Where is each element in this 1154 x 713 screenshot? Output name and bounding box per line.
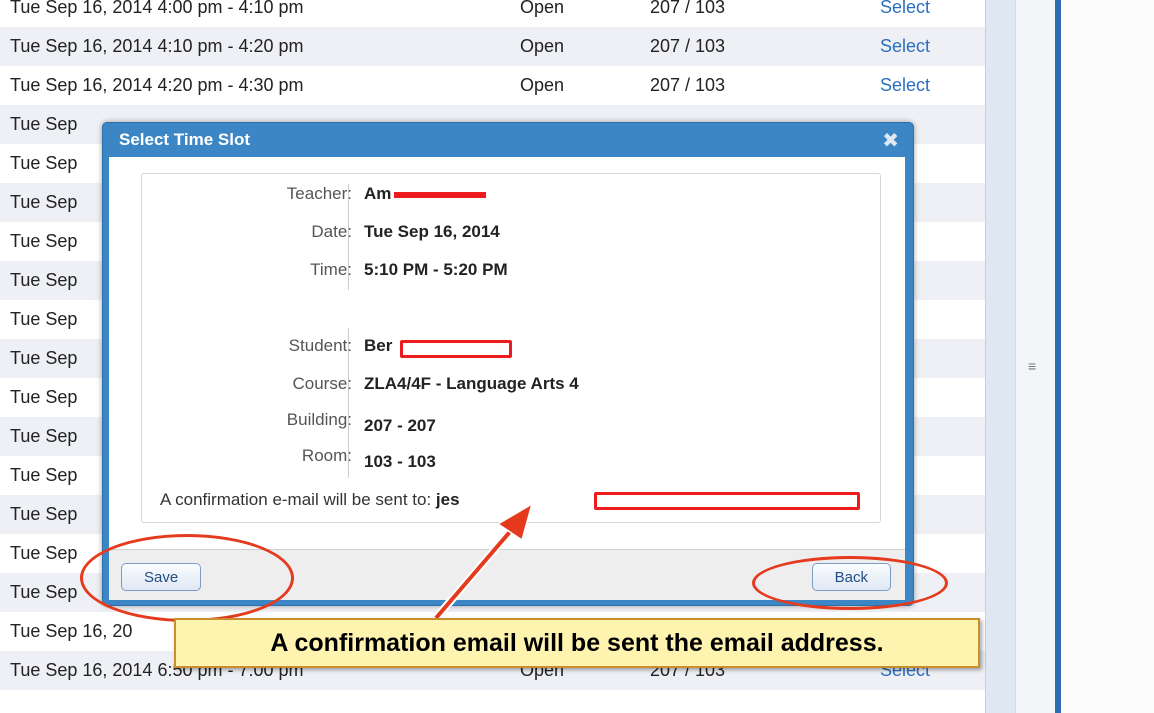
course-label: Course: (292, 374, 352, 393)
date-row: Date: Tue Sep 16, 2014 (142, 222, 880, 252)
table-cell-time: Tue Sep 16, 2014 4:00 pm - 4:10 pm (10, 0, 304, 17)
time-value: 5:10 PM - 5:20 PM (364, 260, 508, 279)
student-label: Student: (288, 336, 352, 355)
dialog-footer: Save Back (109, 549, 905, 600)
table-row: Tue Sep 16, 2014 4:20 pm - 4:30 pm Open 20… (0, 66, 985, 105)
table-cell-status: Open (520, 0, 565, 17)
confirmation-email: jes (435, 490, 460, 509)
teacher-value: Am (364, 184, 392, 203)
redaction-mark (400, 340, 512, 358)
teacher-row: Teacher: Am (142, 184, 880, 214)
teacher-label: Teacher: (286, 184, 352, 203)
building-value: 207 - 207 (364, 416, 436, 435)
select-time-slot-dialog: Select Time Slot ✖ Teacher: Am Date: Tue… (102, 122, 914, 606)
annotation-callout: A confirmation email will be sent the em… (174, 618, 980, 668)
select-link[interactable]: Select (870, 27, 985, 66)
grip-icon[interactable]: ≡ (1028, 358, 1036, 374)
student-value: Ber (364, 336, 393, 355)
table-row: Tue Sep 16, 2014 4:10 pm - 4:20 pm Open 20… (0, 27, 985, 66)
table-row: Tue Sep 16, 2014 4:00 pm - 4:10 pm Open 20… (0, 0, 985, 27)
table-cell-room: 207 / 103 (650, 75, 726, 95)
select-link[interactable]: Select (870, 66, 985, 105)
building-row: Building: 207 - 207 (142, 410, 880, 440)
table-cell-time: Tue Sep 16, 2014 4:20 pm - 4:30 pm (10, 75, 304, 95)
confirmation-prefix: A confirmation e-mail will be sent to: (160, 490, 436, 509)
room-value: 103 - 103 (364, 452, 436, 471)
redaction-mark (394, 192, 486, 198)
panel-splitter[interactable]: ≡ (1015, 0, 1056, 713)
course-row: Course: ZLA4/4F - Language Arts 4 (142, 374, 880, 404)
dialog-title: Select Time Slot (119, 130, 251, 149)
time-label: Time: (310, 260, 352, 279)
date-value: Tue Sep 16, 2014 (364, 222, 500, 241)
side-panel (985, 0, 1016, 713)
date-label: Date: (311, 222, 352, 241)
dialog-body: Teacher: Am Date: Tue Sep 16, 2014 Time:… (109, 157, 905, 549)
save-button[interactable]: Save (121, 563, 202, 591)
confirmation-text: A confirmation e-mail will be sent to: j… (160, 490, 460, 510)
course-value: ZLA4/4F - Language Arts 4 (364, 374, 579, 393)
table-cell-room: 207 / 103 (650, 0, 726, 17)
select-link[interactable]: Select (870, 0, 985, 27)
redaction-mark (594, 492, 860, 510)
table-cell-time: Tue Sep 16, 2014 4:10 pm - 4:20 pm (10, 36, 304, 56)
details-box: Teacher: Am Date: Tue Sep 16, 2014 Time:… (141, 173, 881, 523)
room-row: Room: 103 - 103 (142, 446, 880, 476)
room-label: Room: (301, 446, 352, 465)
table-cell-room: 207 / 103 (650, 36, 726, 56)
table-cell-status: Open (520, 36, 565, 56)
table-cell-status: Open (520, 75, 565, 95)
time-row: Time: 5:10 PM - 5:20 PM (142, 260, 880, 290)
student-row: Student: Ber (142, 336, 880, 366)
close-icon[interactable]: ✖ (882, 128, 899, 153)
right-panel (1061, 0, 1154, 713)
back-button[interactable]: Back (811, 563, 891, 591)
building-label: Building: (286, 410, 352, 429)
